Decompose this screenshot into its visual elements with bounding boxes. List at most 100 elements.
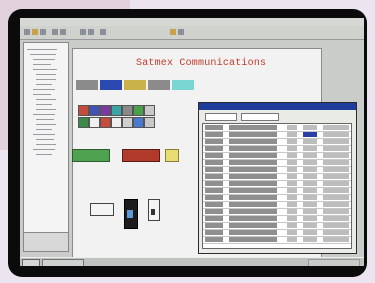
color-button[interactable] — [122, 105, 133, 116]
tree-item[interactable] — [33, 149, 55, 150]
palette-swatch[interactable] — [172, 80, 194, 90]
color-button[interactable] — [89, 117, 100, 128]
table-cell — [323, 195, 349, 200]
tag-table[interactable] — [202, 123, 352, 249]
table-row[interactable] — [203, 236, 351, 244]
table-cell — [287, 160, 297, 165]
tree-item[interactable] — [36, 154, 52, 155]
color-button[interactable] — [133, 117, 144, 128]
table-cell — [229, 167, 277, 172]
table-cell — [229, 195, 277, 200]
table-cell — [205, 181, 223, 186]
tree-panel[interactable] — [23, 42, 69, 234]
color-button[interactable] — [144, 105, 155, 116]
table-cell — [323, 202, 349, 207]
tree-item[interactable] — [36, 119, 54, 120]
table-cell — [229, 202, 277, 207]
color-button[interactable] — [89, 105, 100, 116]
table-cell — [303, 153, 317, 158]
table-cell — [229, 174, 277, 179]
green-display — [72, 149, 110, 162]
toolbar-icon[interactable] — [170, 29, 176, 35]
tree-item[interactable] — [36, 139, 54, 140]
table-cell — [303, 181, 317, 186]
color-button[interactable] — [111, 105, 122, 116]
palette-swatch[interactable] — [148, 80, 170, 90]
tree-item[interactable] — [33, 114, 55, 115]
table-cell — [229, 223, 277, 228]
table-cell — [205, 146, 223, 151]
tree-item[interactable] — [33, 94, 51, 95]
tree-item[interactable] — [33, 69, 57, 70]
tree-item[interactable] — [27, 49, 57, 50]
table-cell — [287, 167, 297, 172]
tree-item[interactable] — [33, 64, 51, 65]
tree-item[interactable] — [36, 144, 56, 145]
menu-bar — [20, 18, 364, 26]
table-cell — [229, 181, 277, 186]
table-cell — [303, 237, 317, 242]
table-cell — [303, 125, 317, 130]
tree-item[interactable] — [36, 99, 56, 100]
toggle-knob[interactable] — [151, 209, 155, 215]
table-cell — [229, 132, 277, 137]
table-cell — [205, 188, 223, 193]
filter-field[interactable] — [205, 113, 237, 121]
tree-item[interactable] — [36, 74, 56, 75]
palette-swatch[interactable] — [124, 80, 146, 90]
tree-item[interactable] — [36, 129, 52, 130]
table-cell — [323, 146, 349, 151]
table-cell — [303, 146, 317, 151]
table-cell — [287, 153, 297, 158]
table-cell — [205, 209, 223, 214]
filter-field[interactable] — [241, 113, 279, 121]
taskbar-app-button[interactable] — [42, 259, 84, 266]
color-button[interactable] — [100, 105, 111, 116]
toolbar-icon[interactable] — [100, 29, 106, 35]
start-button[interactable] — [22, 259, 40, 266]
palette-swatch[interactable] — [76, 80, 98, 90]
table-cell — [287, 216, 297, 221]
color-button[interactable] — [144, 117, 155, 128]
color-button[interactable] — [78, 105, 89, 116]
color-button[interactable] — [78, 117, 89, 128]
toolbar-icon[interactable] — [60, 29, 66, 35]
tree-item[interactable] — [36, 124, 56, 125]
slider-thumb[interactable] — [127, 210, 133, 218]
table-cell — [205, 174, 223, 179]
tree-item[interactable] — [33, 134, 55, 135]
tree-item[interactable] — [33, 59, 55, 60]
dialog-toolbar — [201, 112, 353, 121]
palette-swatch[interactable] — [100, 80, 122, 90]
toolbar-icon[interactable] — [178, 29, 184, 35]
tree-item[interactable] — [36, 109, 56, 110]
red-display — [122, 149, 160, 162]
tree-item[interactable] — [30, 54, 56, 55]
table-cell — [303, 209, 317, 214]
tree-item[interactable] — [36, 79, 56, 80]
tree-item[interactable] — [33, 89, 55, 90]
toolbar-icon[interactable] — [24, 29, 30, 35]
color-button[interactable] — [111, 117, 122, 128]
toolbar-icon[interactable] — [80, 29, 86, 35]
toolbar-icon[interactable] — [32, 29, 38, 35]
table-cell — [287, 125, 297, 130]
table-cell — [303, 132, 317, 137]
tree-item[interactable] — [36, 104, 52, 105]
toolbar-icon[interactable] — [88, 29, 94, 35]
table-cell — [205, 160, 223, 165]
tree-item[interactable] — [36, 84, 52, 85]
color-button[interactable] — [122, 117, 133, 128]
table-cell — [323, 160, 349, 165]
table-cell — [303, 167, 317, 172]
color-button[interactable] — [100, 117, 111, 128]
toolbar-icon[interactable] — [40, 29, 46, 35]
dialog-title-bar[interactable] — [199, 103, 356, 110]
table-cell — [205, 167, 223, 172]
table-cell — [323, 188, 349, 193]
table-cell — [229, 160, 277, 165]
table-cell — [303, 160, 317, 165]
text-box-widget[interactable] — [90, 203, 114, 216]
color-button[interactable] — [133, 105, 144, 116]
toolbar-icon[interactable] — [52, 29, 58, 35]
